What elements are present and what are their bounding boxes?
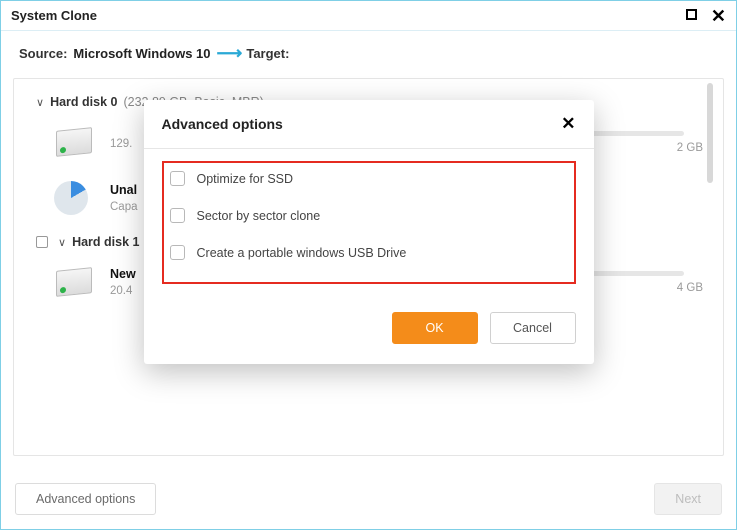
- option-sector-clone[interactable]: Sector by sector clone: [170, 208, 568, 223]
- dialog-footer: OK Cancel: [144, 298, 594, 364]
- option-label: Optimize for SSD: [197, 172, 294, 186]
- checkbox-icon[interactable]: [170, 171, 185, 186]
- highlight-box: Optimize for SSD Sector by sector clone …: [162, 161, 576, 284]
- ok-button[interactable]: OK: [392, 312, 478, 344]
- checkbox-icon[interactable]: [170, 245, 185, 260]
- cancel-button[interactable]: Cancel: [490, 312, 576, 344]
- dialog-header: Advanced options ✕: [144, 100, 594, 149]
- advanced-options-dialog: Advanced options ✕ Optimize for SSD Sect…: [144, 100, 594, 364]
- dialog-body: Optimize for SSD Sector by sector clone …: [144, 149, 594, 298]
- modal-overlay: Advanced options ✕ Optimize for SSD Sect…: [0, 0, 737, 530]
- option-portable-usb[interactable]: Create a portable windows USB Drive: [170, 245, 568, 260]
- option-label: Create a portable windows USB Drive: [197, 246, 407, 260]
- option-label: Sector by sector clone: [197, 209, 321, 223]
- option-ssd[interactable]: Optimize for SSD: [170, 171, 568, 186]
- dialog-close-button[interactable]: ✕: [561, 114, 575, 134]
- dialog-title: Advanced options: [162, 116, 283, 132]
- checkbox-icon[interactable]: [170, 208, 185, 223]
- app-window: System Clone ✕ Source: Microsoft Windows…: [0, 0, 737, 530]
